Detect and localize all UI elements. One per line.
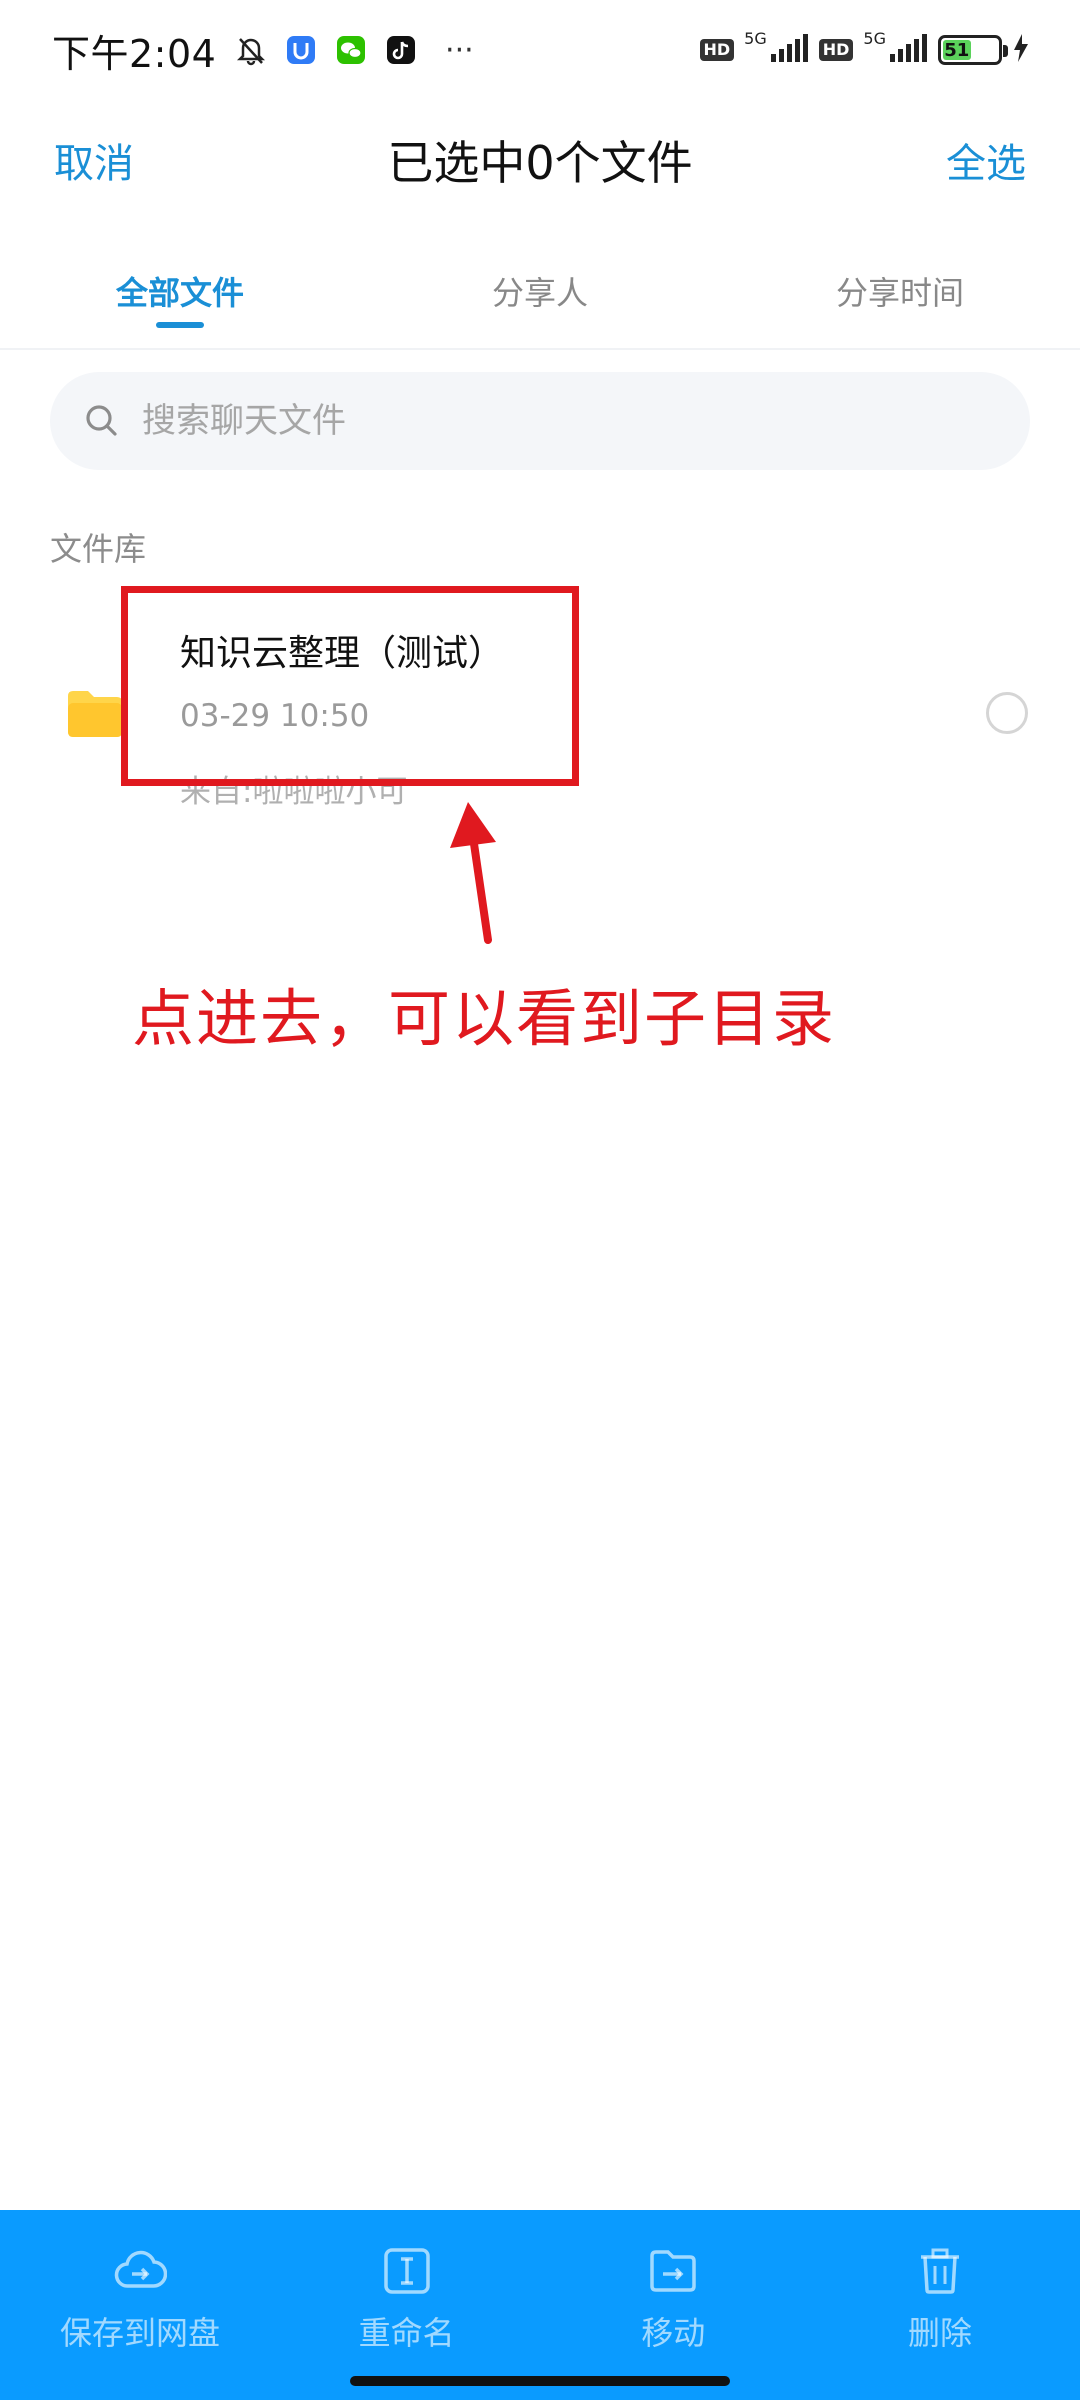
hd-badge: HD — [699, 39, 735, 61]
select-all-button[interactable]: 全选 — [946, 131, 1026, 189]
muted-bell-icon — [234, 33, 268, 67]
cancel-button[interactable]: 取消 — [54, 131, 134, 189]
annotation-highlight-box — [121, 586, 579, 786]
action-label: 保存到网盘 — [59, 2314, 220, 2352]
network-label-2: 5G — [863, 28, 886, 48]
tab-all-files[interactable]: 全部文件 — [0, 250, 360, 340]
battery-icon: 51 — [938, 35, 1008, 65]
bottom-action-bar: 保存到网盘 重命名 移动 删除 — [0, 2210, 1080, 2400]
divider — [0, 348, 1080, 350]
tab-sharer[interactable]: 分享人 — [360, 250, 720, 340]
cloud-upload-icon — [113, 2244, 168, 2298]
status-notification-icons: ··· — [234, 32, 484, 68]
search-input[interactable] — [142, 401, 942, 441]
home-indicator[interactable] — [350, 2376, 730, 2386]
tab-share-time[interactable]: 分享时间 — [720, 250, 1080, 340]
status-bar: 下午2:04 ··· HD 5G HD 5G 51 — [0, 0, 1080, 100]
status-right: HD 5G HD 5G 51 — [699, 29, 1031, 66]
trash-icon — [913, 2244, 967, 2298]
signal-icon-2 — [890, 34, 928, 66]
section-label: 文件库 — [50, 530, 147, 568]
wechat-icon — [334, 33, 368, 67]
battery-level: 51 — [943, 39, 971, 61]
tiktok-icon — [384, 33, 418, 67]
tab-bar: 全部文件 分享人 分享时间 — [0, 250, 1080, 340]
charging-icon — [1012, 34, 1030, 66]
folder-icon — [66, 688, 124, 738]
action-label: 重命名 — [358, 2314, 455, 2352]
rename-icon — [380, 2244, 434, 2298]
app-shield-icon — [284, 33, 318, 67]
action-label: 移动 — [641, 2314, 706, 2352]
tab-label: 分享人 — [491, 274, 588, 312]
tab-label: 分享时间 — [835, 274, 964, 312]
search-icon — [82, 401, 122, 441]
screen: 下午2:04 ··· HD 5G HD 5G 51 取消 已选中0个文件 全选 … — [0, 0, 1080, 2400]
move-folder-icon — [646, 2244, 700, 2298]
hd-badge-2: HD — [818, 39, 854, 61]
action-label: 删除 — [907, 2314, 972, 2352]
tab-active-indicator — [156, 322, 204, 328]
delete-button[interactable]: 删除 — [840, 2210, 1040, 2400]
move-button[interactable]: 移动 — [573, 2210, 773, 2400]
annotation-arrow-icon — [420, 800, 540, 950]
signal-icon — [770, 34, 809, 66]
header: 取消 已选中0个文件 全选 — [0, 110, 1080, 210]
status-time: 下午2:04 — [52, 31, 217, 76]
annotation-text: 点进去，可以看到子目录 — [132, 982, 837, 1055]
rename-button[interactable]: 重命名 — [307, 2210, 507, 2400]
tab-label: 全部文件 — [115, 274, 244, 312]
save-to-cloud-button[interactable]: 保存到网盘 — [40, 2210, 240, 2400]
page-title: 已选中0个文件 — [387, 136, 693, 190]
network-label: 5G — [744, 28, 767, 48]
select-checkbox[interactable] — [986, 692, 1028, 734]
search-bar[interactable] — [50, 372, 1030, 470]
more-notifications-icon: ··· — [445, 32, 474, 68]
